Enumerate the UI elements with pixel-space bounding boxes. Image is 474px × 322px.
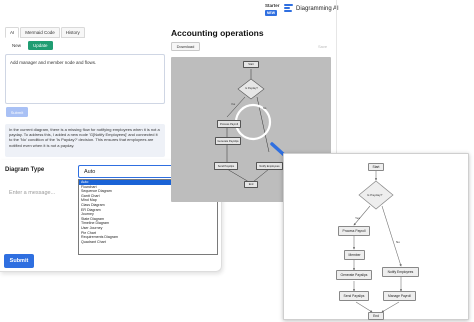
zoom-node-generate[interactable]: Generate Payslips (336, 270, 372, 280)
mid-node-process[interactable]: Process Payroll (217, 120, 241, 128)
zoom-node-send[interactable]: Send Payslips (339, 291, 369, 301)
new-badge: NEW (265, 10, 277, 16)
tab-ai[interactable]: AI (5, 27, 20, 38)
mid-node-generate[interactable]: Generate Payslips (215, 137, 241, 145)
zoom-node-manage[interactable]: Manage Payroll (383, 291, 416, 301)
mid-node-end[interactable]: End (244, 181, 258, 188)
zoom-node-member[interactable]: Member (344, 250, 365, 260)
mode-tabs: AI Mermaid Code History (5, 27, 86, 38)
zoomed-diagram-panel: Start Is Payday? Yes No Process Payroll … (283, 153, 469, 320)
tab-new[interactable]: New (7, 41, 26, 50)
brand[interactable]: Diagramming AI (284, 4, 339, 13)
zoom-node-start[interactable]: Start (368, 163, 384, 171)
tab-history[interactable]: History (60, 27, 85, 38)
prompt-submit-button[interactable]: Submit (6, 107, 28, 117)
diagramming-logo-icon (284, 4, 293, 13)
action-tabs: New Update (7, 41, 53, 50)
ai-response-text: In the current diagram, there is a missi… (5, 124, 165, 157)
prompt-textarea[interactable]: Add manager and member node and flows. (5, 54, 165, 104)
zoom-node-end[interactable]: End (368, 312, 384, 320)
tab-mermaid-code[interactable]: Mermaid Code (20, 27, 60, 38)
mid-edge-no: No (263, 107, 267, 110)
zoom-edges (352, 171, 403, 313)
submit-button[interactable]: Submit (4, 254, 34, 268)
diagram-type-label: Diagram Type (5, 167, 45, 173)
page-title: Accounting operations (171, 28, 264, 38)
zoom-node-process[interactable]: Process Payroll (338, 226, 370, 236)
tab-update[interactable]: Update (28, 41, 53, 50)
mid-node-decision[interactable]: Is Payday? (245, 87, 258, 90)
download-button[interactable]: Download (171, 42, 200, 51)
mid-node-start[interactable]: Start (243, 61, 259, 68)
zoom-node-decision[interactable]: Is Payday? (367, 193, 382, 197)
zoom-edge-yes: Yes (355, 216, 361, 220)
brand-name: Diagramming AI (296, 5, 339, 12)
plan-label: Starter (265, 3, 280, 8)
diagram-type-option[interactable]: Quadrant Chart (79, 240, 217, 245)
mid-node-send[interactable]: Send Payslips (214, 162, 238, 170)
zoom-edge-no: No (396, 240, 400, 244)
message-input[interactable]: Enter a message... (5, 187, 77, 203)
zoom-node-notify[interactable]: Notify Employees (382, 267, 419, 277)
save-button[interactable]: Save (318, 44, 327, 49)
mid-edge-yes: Yes (231, 103, 236, 106)
diagram-type-value: Auto (84, 168, 96, 175)
